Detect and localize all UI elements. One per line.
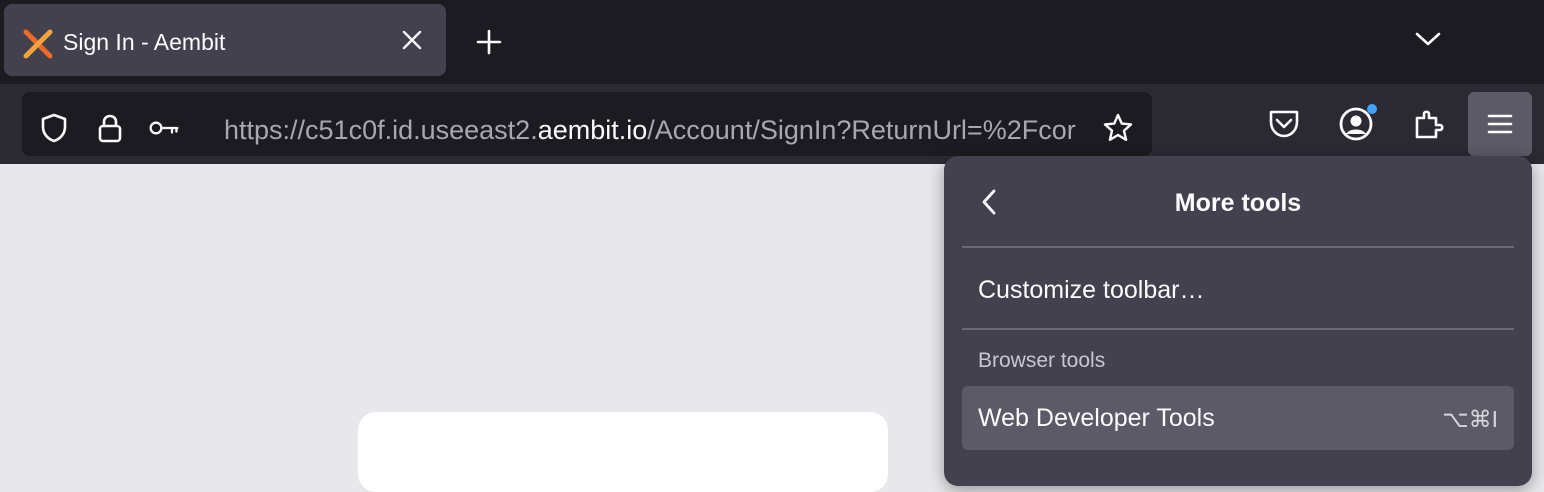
more-tools-panel: More tools Customize toolbar… Browser to… [944, 156, 1532, 486]
web-developer-tools-label: Web Developer Tools [978, 404, 1215, 432]
hamburger-menu-icon [1487, 114, 1513, 134]
close-icon[interactable] [400, 28, 424, 52]
nav-bar: https://c51c0f.id.useeast2.aembit.io/Acc… [0, 84, 1544, 164]
notification-dot [1367, 104, 1377, 114]
section-heading: Browser tools [978, 349, 1106, 372]
panel-title: More tools [1174, 189, 1302, 217]
key-icon[interactable] [148, 112, 180, 144]
plus-icon[interactable] [475, 28, 503, 56]
app-menu-button[interactable] [1468, 92, 1532, 156]
keyboard-shortcut: ⌥⌘I [1442, 406, 1498, 432]
url-prefix: https://c51c0f.id.useeast2. [224, 115, 538, 145]
customize-toolbar-label: Customize toolbar… [978, 276, 1205, 304]
url-text[interactable]: https://c51c0f.id.useeast2.aembit.io/Acc… [224, 114, 1110, 146]
shield-icon[interactable] [38, 112, 70, 144]
star-icon[interactable] [1102, 112, 1134, 144]
sign-in-card [358, 412, 888, 492]
url-bar[interactable]: https://c51c0f.id.useeast2.aembit.io/Acc… [22, 92, 1152, 156]
pocket-icon[interactable] [1264, 104, 1304, 144]
extensions-icon[interactable] [1409, 104, 1449, 144]
chevron-down-icon[interactable] [1414, 28, 1442, 50]
lock-icon[interactable] [94, 112, 126, 144]
web-developer-tools-item[interactable]: Web Developer Tools ⌥⌘I [962, 386, 1514, 450]
divider [962, 246, 1514, 248]
tab-strip: Sign In - Aembit [0, 0, 1544, 84]
customize-toolbar-item[interactable]: Customize toolbar… [962, 258, 1514, 322]
tab-sign-in[interactable]: Sign In - Aembit [4, 4, 446, 76]
divider [962, 328, 1514, 330]
tab-title: Sign In - Aembit [63, 29, 226, 55]
url-suffix: /Account/SignIn?ReturnUrl=%2Fcor [647, 115, 1076, 145]
aembit-logo-icon [23, 29, 53, 59]
url-host: aembit.io [537, 115, 648, 145]
